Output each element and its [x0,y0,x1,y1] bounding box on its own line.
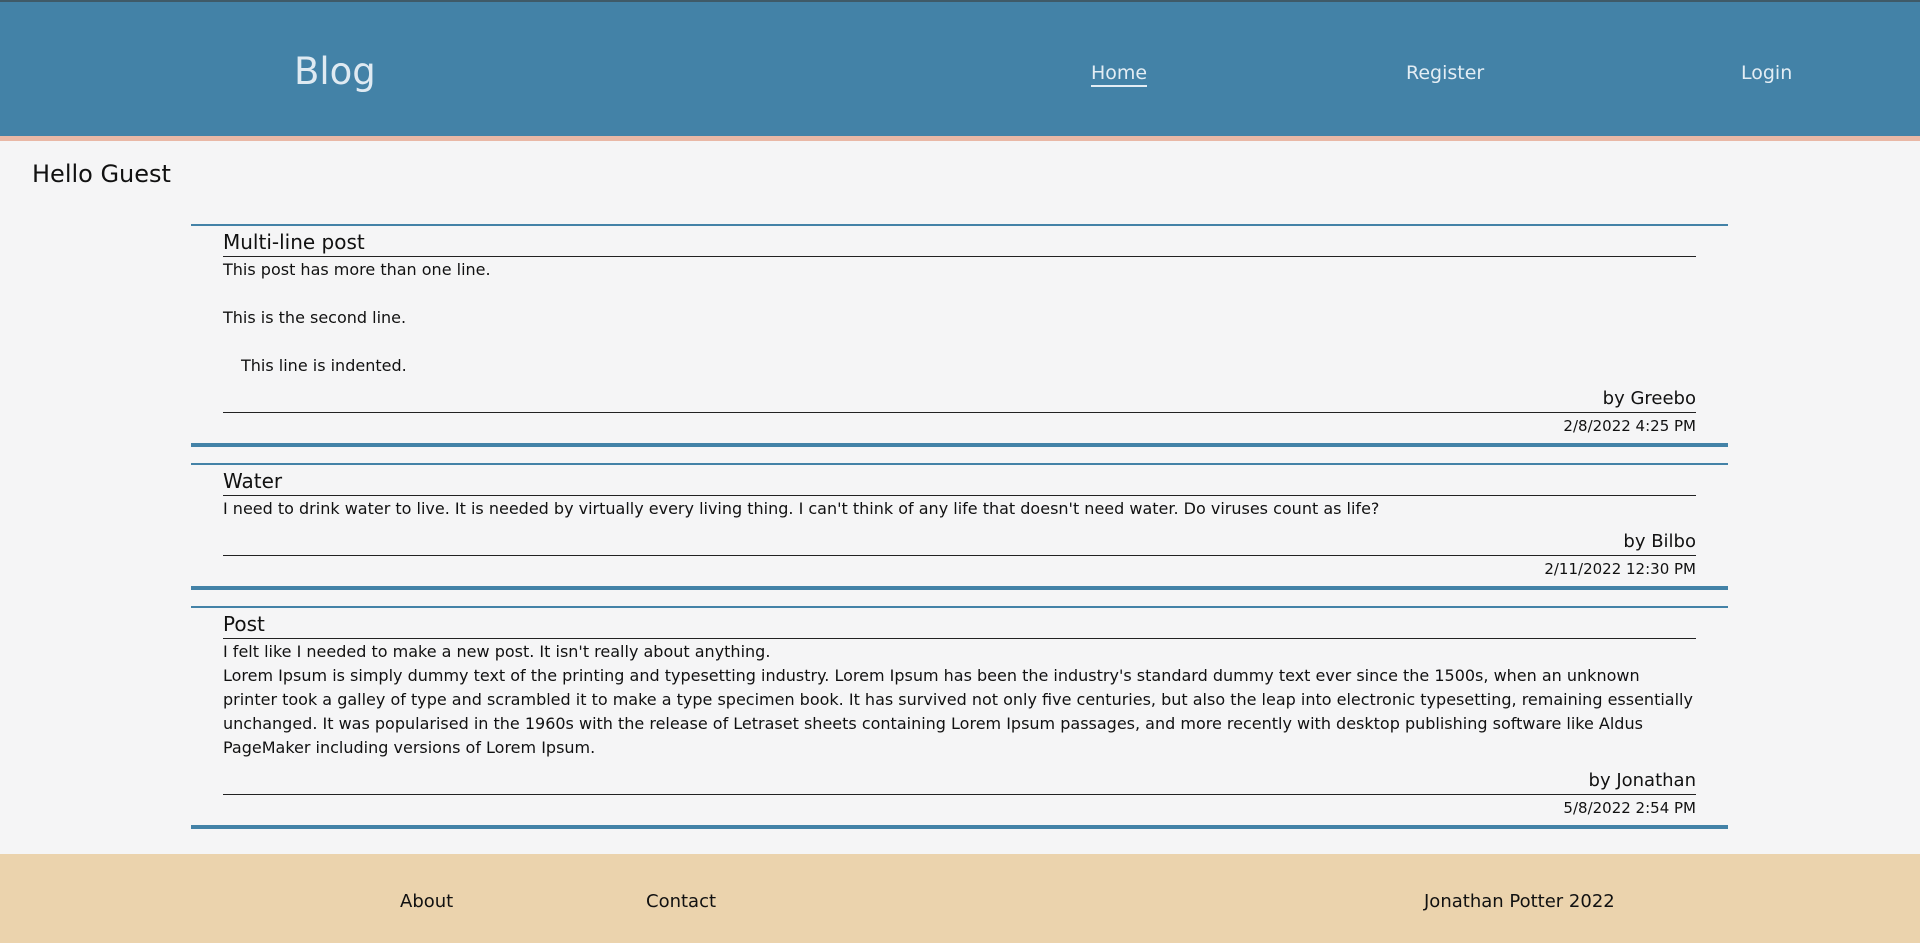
post-body: I need to drink water to live. It is nee… [223,496,1696,521]
post-author: by Bilbo [223,529,1696,556]
post-line: This line is indented. [241,356,407,375]
post-card: Multi-line post This post has more than … [191,224,1728,447]
post-line: I need to drink water to live. It is nee… [223,499,1380,518]
post-title: Post [223,610,1696,639]
post-line: I felt like I needed to make a new post.… [223,642,771,661]
footer-credit: Jonathan Potter 2022 [1424,891,1615,912]
nav-register-link[interactable]: Register [1406,62,1484,84]
brand-title[interactable]: Blog [294,50,376,93]
post-date: 2/8/2022 4:25 PM [1563,417,1696,435]
footer-about-link[interactable]: About [400,891,453,912]
greeting-text: Hello Guest [32,160,171,188]
site-footer: About Contact Jonathan Potter 2022 [0,854,1920,943]
post-date: 2/11/2022 12:30 PM [1544,560,1696,578]
post-author: by Greebo [223,386,1696,413]
post-title: Water [223,467,1696,496]
post-date: 5/8/2022 2:54 PM [1563,799,1696,817]
post-line: This post has more than one line. [223,260,491,279]
post-card: Post I felt like I needed to make a new … [191,606,1728,829]
site-header: Blog Home Register Login [0,2,1920,141]
nav-login-link[interactable]: Login [1741,62,1792,84]
post-line: This is the second line. [223,308,407,327]
post-body: I felt like I needed to make a new post.… [223,639,1696,760]
post-author: by Jonathan [223,768,1696,795]
footer-contact-link[interactable]: Contact [646,891,716,912]
post-title: Multi-line post [223,228,1696,257]
post-card: Water I need to drink water to live. It … [191,463,1728,590]
post-line: Lorem Ipsum is simply dummy text of the … [223,666,1693,757]
nav-home-link[interactable]: Home [1091,62,1148,87]
post-list: Multi-line post This post has more than … [191,224,1728,845]
post-body: This post has more than one line. This i… [223,257,1696,378]
